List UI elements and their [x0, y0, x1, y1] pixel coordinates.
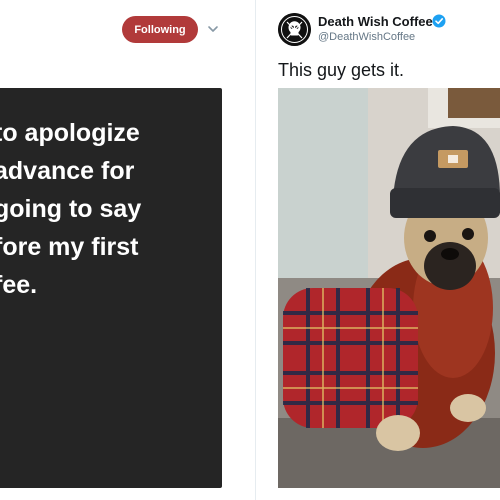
quote-text: to apologize advance for going to say fo… — [0, 114, 222, 304]
user-handle[interactable]: @DeathWishCoffee — [318, 31, 415, 43]
verified-badge-icon — [432, 14, 446, 28]
chevron-down-icon[interactable] — [205, 21, 221, 37]
tweet-text: This guy gets it. — [278, 60, 405, 80]
tweet-photo[interactable] — [278, 88, 500, 488]
following-button[interactable]: Following — [122, 16, 198, 43]
pug-in-beanie-photo — [278, 88, 500, 488]
quote-line: to apologize — [0, 119, 140, 147]
quote-line: going to say — [0, 195, 142, 223]
avatar[interactable] — [278, 13, 311, 46]
quote-image[interactable]: to apologize advance for going to say fo… — [0, 88, 222, 488]
column-divider — [255, 0, 256, 500]
quote-line: fore my first — [0, 233, 139, 261]
display-name[interactable]: Death Wish Coffee — [318, 14, 433, 29]
quote-line: advance for — [0, 157, 135, 185]
quote-line: fee. — [0, 271, 38, 299]
skull-logo-icon — [278, 13, 311, 46]
